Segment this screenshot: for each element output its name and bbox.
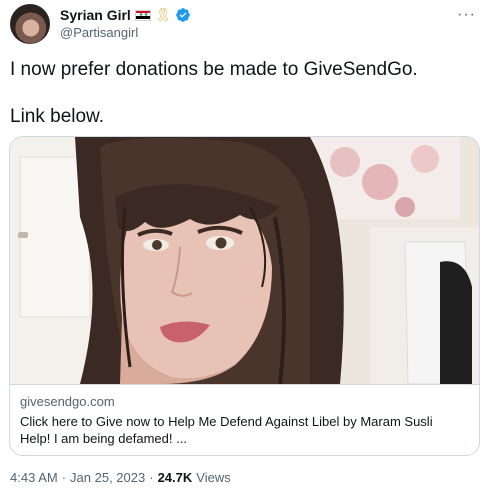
tweet-text: I now prefer donations be made to GiveSe… — [10, 58, 480, 129]
tweet-time[interactable]: 4:43 AM — [10, 470, 58, 485]
link-title: Click here to Give now to Help Me Defend… — [20, 414, 433, 429]
ribbon-icon: 🎗 — [154, 7, 172, 22]
more-dots-icon[interactable]: ··· — [457, 6, 476, 24]
meta-separator: · — [149, 470, 154, 485]
avatar[interactable] — [10, 4, 50, 44]
author-name-line: Syrian Girl ★ ★ 🎗 — [60, 6, 191, 24]
author-display-name[interactable]: Syrian Girl — [60, 7, 131, 23]
verified-badge-icon — [176, 8, 191, 22]
selfie-photo — [10, 137, 479, 384]
author-handle[interactable]: @Partisangirl — [60, 25, 138, 40]
link-preview-info[interactable]: givesendgo.com Click here to Give now to… — [10, 384, 479, 455]
tweet-meta: 4:43 AM · Jan 25, 2023 · 24.7K Views — [10, 470, 231, 485]
views-count: 24.7K — [157, 470, 193, 485]
meta-separator: · — [61, 470, 67, 485]
tweet-header: Syrian Girl ★ ★ 🎗 @Partisangirl ··· — [10, 4, 480, 48]
tweet-line-1: I now prefer donations be made to GiveSe… — [10, 59, 418, 80]
syria-flag-icon: ★ ★ — [134, 9, 151, 21]
tweet-line-2: Link below. — [10, 106, 105, 127]
views-label: Views — [196, 470, 231, 485]
tweet-date[interactable]: Jan 25, 2023 — [70, 470, 145, 485]
link-preview-card[interactable]: givesendgo.com Click here to Give now to… — [9, 136, 480, 456]
link-preview-image[interactable] — [10, 137, 479, 384]
link-description: Help! I am being defamed! ... — [20, 431, 187, 446]
link-domain: givesendgo.com — [20, 394, 115, 409]
